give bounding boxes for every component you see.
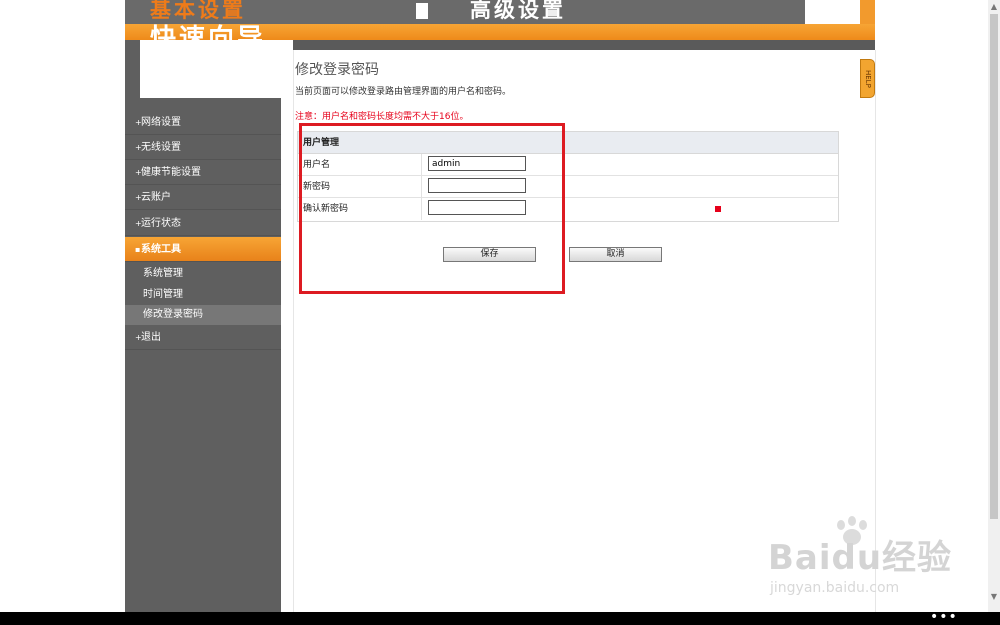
sidebar-item-wireless[interactable]: + 无线设置: [125, 135, 281, 160]
sidebar-subitem-change-password[interactable]: 修改登录密码: [125, 305, 281, 325]
sidebar-subitem-system-management[interactable]: 系统管理: [125, 264, 281, 284]
sidebar-item-status[interactable]: + 运行状态: [125, 211, 281, 236]
sidebar-item-label: 退出: [141, 332, 161, 343]
sidebar-item-cloud-account[interactable]: + 云账户: [125, 185, 281, 210]
bottom-taskbar: [0, 612, 1000, 625]
scrollbar-thumb[interactable]: [990, 14, 998, 519]
watermark-url: jingyan.baidu.com: [770, 580, 900, 596]
sidebar-item-logout[interactable]: + 退出: [125, 325, 281, 350]
logo-area: [140, 40, 293, 98]
plus-icon: +: [135, 118, 142, 127]
sidebar-item-label: 系统工具: [141, 244, 181, 255]
page-title: 修改登录密码: [295, 62, 379, 78]
plus-icon: +: [135, 219, 142, 228]
help-tab[interactable]: HELP: [860, 59, 875, 98]
scroll-down-icon[interactable]: ▼: [988, 590, 1000, 604]
plus-icon: +: [135, 333, 142, 342]
sidebar-item-label: 无线设置: [141, 142, 181, 153]
content-border-right: [875, 50, 876, 612]
plus-icon: +: [135, 193, 142, 202]
content-border-left: [293, 50, 294, 612]
password-length-note: 注意：用户名和密码长度均需不大于16位。: [295, 112, 469, 122]
plus-icon: +: [135, 168, 142, 177]
more-options-icon[interactable]: •••: [930, 609, 958, 625]
minus-icon: ▪: [135, 245, 141, 254]
sidebar-item-label: 健康节能设置: [141, 167, 201, 178]
sidebar: + 网络设置 + 无线设置 + 健康节能设置 + 云账户 + 运行状态 ▪ 系统…: [125, 40, 281, 612]
sidebar-item-network[interactable]: + 网络设置: [125, 110, 281, 135]
page-description: 当前页面可以修改登录路由管理界面的用户名和密码。: [295, 87, 512, 97]
quick-setup-link[interactable]: 快速向导: [150, 24, 266, 40]
sidebar-item-health-energy[interactable]: + 健康节能设置: [125, 160, 281, 185]
baidu-jingyan-logo: Baidu经验: [768, 538, 953, 578]
sidebar-item-label: 网络设置: [141, 117, 181, 128]
sidebar-item-label: 运行状态: [141, 218, 181, 229]
header-separator: [416, 3, 428, 19]
sidebar-item-label: 云账户: [141, 192, 171, 203]
sidebar-subitem-time-management[interactable]: 时间管理: [125, 285, 281, 305]
cancel-button[interactable]: 取消: [569, 247, 662, 262]
sidebar-item-system-tools[interactable]: ▪ 系统工具: [125, 237, 281, 262]
tab-basic-settings[interactable]: 基本设置: [150, 0, 246, 20]
scroll-up-icon[interactable]: ▲: [988, 0, 1000, 14]
sidebar-gap: [281, 40, 293, 612]
red-marker: [715, 206, 721, 212]
plus-icon: +: [135, 143, 142, 152]
tab-advanced-settings[interactable]: 高级设置: [470, 0, 566, 20]
annotation-highlight-box: [299, 123, 565, 294]
